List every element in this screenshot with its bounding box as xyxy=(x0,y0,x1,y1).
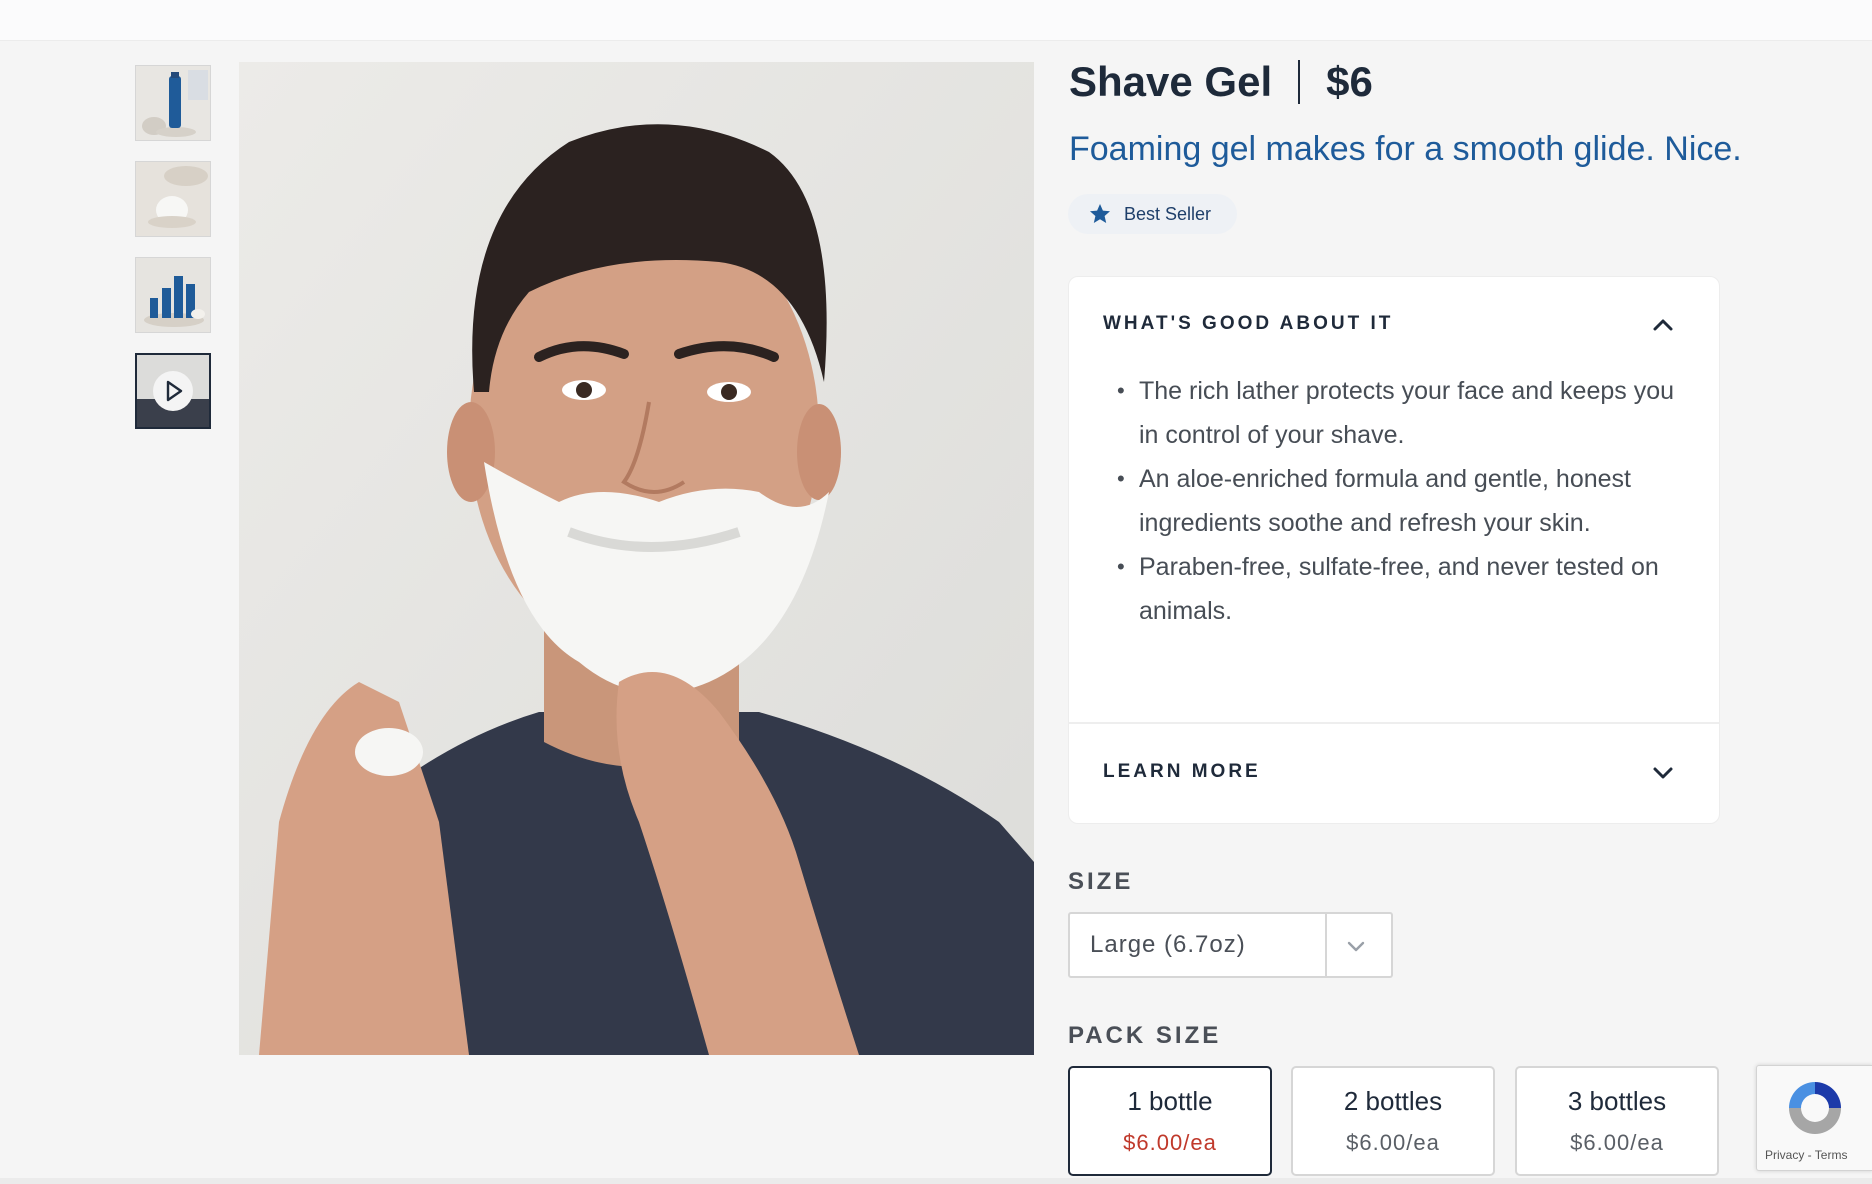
badge-label: Best Seller xyxy=(1124,203,1212,224)
pack-option-1[interactable]: 1 bottle $6.00/ea xyxy=(1068,1066,1272,1176)
accordion-header-whats-good[interactable]: WHAT'S GOOD ABOUT IT xyxy=(1103,313,1393,335)
title-separator xyxy=(1298,60,1301,104)
list-item: Paraben-free, sulfate-free, and never te… xyxy=(1117,545,1687,633)
main-product-image xyxy=(239,62,1034,1055)
thumbnail-product-bottle[interactable] xyxy=(135,65,211,141)
pack-option-3[interactable]: 3 bottles $6.00/ea xyxy=(1515,1066,1719,1176)
product-tagline: Foaming gel makes for a smooth glide. Ni… xyxy=(1069,130,1742,168)
top-bar xyxy=(0,0,1872,41)
chevron-down-icon[interactable] xyxy=(1649,759,1677,787)
chevron-down-icon[interactable] xyxy=(1344,934,1368,958)
accordion-header-learn-more[interactable]: LEARN MORE xyxy=(1103,761,1261,783)
bottle-thumbnail-image xyxy=(136,66,210,140)
play-icon xyxy=(166,380,183,402)
pack-option-2[interactable]: 2 bottles $6.00/ea xyxy=(1291,1066,1495,1176)
pack-price: $6.00/ea xyxy=(1123,1130,1217,1155)
product-details-accordion: WHAT'S GOOD ABOUT IT The rich lather pro… xyxy=(1068,276,1720,824)
chevron-up-icon[interactable] xyxy=(1649,311,1677,339)
product-name: Shave Gel xyxy=(1069,58,1273,105)
star-icon xyxy=(1090,204,1110,223)
recaptcha-links[interactable]: Privacy - Terms xyxy=(1765,1148,1847,1162)
pack-size-label: PACK SIZE xyxy=(1068,1022,1222,1049)
pack-price: $6.00/ea xyxy=(1570,1130,1664,1155)
size-select[interactable]: Large (6.7oz) xyxy=(1068,912,1393,978)
recaptcha-badge[interactable]: Privacy - Terms xyxy=(1756,1065,1872,1171)
thumbnail-gel-bowl[interactable] xyxy=(135,161,211,237)
size-select-value: Large (6.7oz) xyxy=(1090,931,1246,958)
whats-good-list: The rich lather protects your face and k… xyxy=(1117,369,1687,633)
list-item: The rich lather protects your face and k… xyxy=(1117,369,1687,457)
thumbnail-video[interactable] xyxy=(135,353,211,429)
product-lineup-thumbnail-image xyxy=(136,258,210,332)
accordion-divider xyxy=(1069,722,1719,724)
pack-price: $6.00/ea xyxy=(1346,1130,1440,1155)
size-label: SIZE xyxy=(1068,868,1134,895)
pack-qty: 2 bottles xyxy=(1343,1086,1443,1116)
gel-bowl-thumbnail-image xyxy=(136,162,210,236)
recaptcha-logo-icon xyxy=(1789,1082,1841,1134)
pack-qty: 3 bottles xyxy=(1567,1086,1667,1116)
bottom-strip xyxy=(0,1178,1872,1184)
list-item: An aloe-enriched formula and gentle, hon… xyxy=(1117,457,1687,545)
pack-qty: 1 bottle xyxy=(1127,1086,1213,1116)
select-divider xyxy=(1325,914,1327,976)
thumbnail-product-lineup[interactable] xyxy=(135,257,211,333)
best-seller-badge: Best Seller xyxy=(1068,194,1238,234)
product-price: $6 xyxy=(1326,58,1373,105)
product-title: Shave Gel $6 xyxy=(1069,58,1373,106)
